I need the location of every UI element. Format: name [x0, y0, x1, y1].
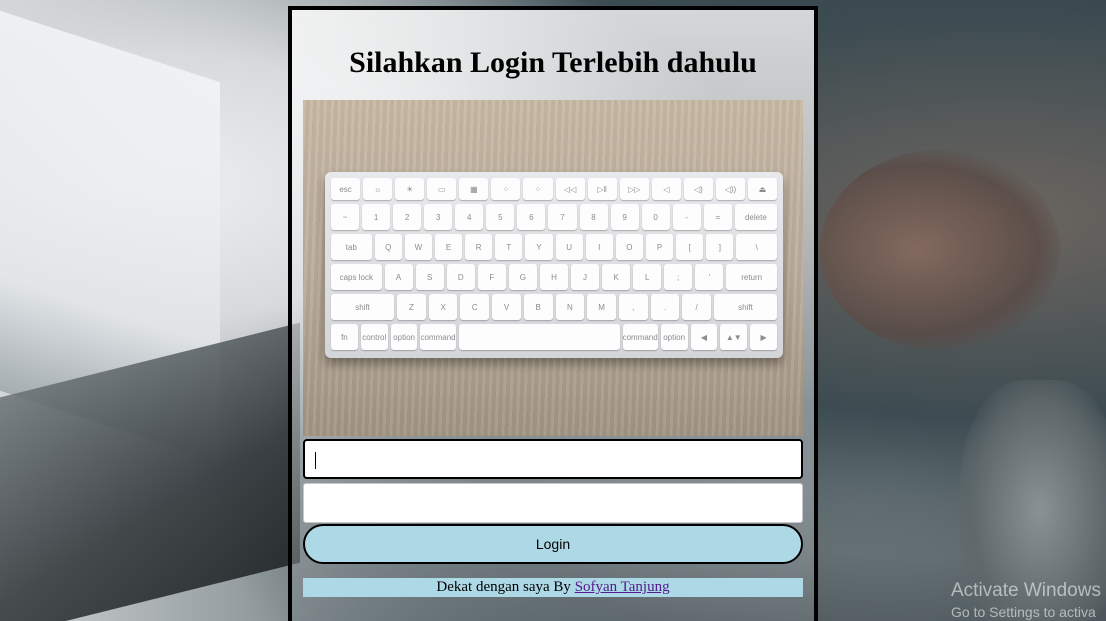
keyboard-image: esc ☼ ☀ ▭ ▦ ⁘ ⁘ ◁◁ ▷‖ ▷▷ ◁ ◁) ◁)) ⏏ ~1 2 3 4 5 6 7 8 9 0- = delet… — [303, 100, 803, 436]
keyboard-key: shift — [713, 294, 778, 320]
keyboard-key: ☀ — [395, 178, 425, 200]
keyboard-key: [ — [676, 234, 704, 260]
keyboard-key: I — [585, 234, 613, 260]
password-input[interactable] — [303, 483, 803, 523]
keyboard-key: C — [460, 294, 490, 320]
keyboard-key: return — [726, 264, 777, 290]
keyboard-key: ' — [695, 264, 724, 290]
footer-text: Dekat dengan saya By — [436, 579, 575, 595]
keyboard-key: S — [415, 264, 444, 290]
login-panel: Silahkan Login Terlebih dahulu esc ☼ ☀ ▭ ▦ ⁘ ⁘… — [288, 6, 818, 621]
keyboard-key: K — [602, 264, 631, 290]
keyboard-key: D — [446, 264, 475, 290]
keyboard-key: ; — [664, 264, 693, 290]
keyboard-key: ◁)) — [715, 178, 746, 200]
keyboard-key: B — [523, 294, 553, 320]
keyboard-key: ⁘ — [491, 178, 521, 200]
page-title: Silahkan Login Terlebih dahulu — [349, 46, 757, 79]
keyboard-key: option — [390, 324, 418, 350]
keyboard-key: ▲▼ — [720, 324, 748, 350]
author-link[interactable]: Sofyan Tanjung — [575, 579, 670, 595]
username-input[interactable] — [303, 439, 803, 479]
keyboard-key: 9 — [610, 204, 639, 230]
keyboard-key: ◁) — [683, 178, 713, 200]
keyboard-key: ▦ — [459, 178, 489, 200]
keyboard-row: tab Q W E R T Y U I O P[] \ — [331, 234, 778, 260]
keyboard-key: / — [682, 294, 711, 320]
keyboard-key: ◁ — [651, 178, 681, 200]
keyboard-key: shift — [331, 294, 395, 320]
keyboard-row: ~1 2 3 4 5 6 7 8 9 0- = delete — [331, 204, 777, 230]
keyboard-key: W — [404, 234, 432, 260]
keyboard-key: ▷▷ — [619, 178, 649, 200]
keyboard-key: 7 — [548, 204, 577, 230]
keyboard-key: 2 — [393, 204, 422, 230]
keyboard-key: command — [420, 324, 456, 350]
keyboard-key: command — [622, 324, 658, 350]
keyboard-key: ▭ — [427, 178, 457, 200]
keyboard-key: Q — [374, 234, 402, 260]
keyboard-key: H — [539, 264, 569, 290]
keyboard-key: ▷‖ — [587, 178, 617, 200]
keyboard-key: A — [384, 264, 413, 290]
background-hand — [820, 150, 1060, 350]
keyboard-key: fn — [331, 324, 358, 350]
keyboard-key: ] — [706, 234, 734, 260]
keyboard-key: N — [555, 294, 585, 320]
keyboard-key: caps lock — [331, 264, 382, 290]
keyboard-key: X — [428, 294, 458, 320]
keyboard-key: Z — [397, 294, 426, 320]
keyboard-key — [458, 324, 620, 350]
keyboard-row: shift Z X C V B N M,. / shift — [331, 294, 778, 320]
watermark-line1: Activate Windows — [951, 580, 1101, 601]
keyboard-key: option — [660, 324, 688, 350]
keyboard-key: . — [650, 294, 680, 320]
keyboard-key: V — [492, 294, 521, 320]
keyboard-key: delete — [734, 204, 777, 230]
watermark-line2: Go to Settings to activa — [951, 604, 1096, 620]
keyboard-key: 6 — [517, 204, 546, 230]
keyboard-key: esc — [331, 178, 361, 200]
keyboard-row: fn control option command command option ◀ ▲▼ ▶ — [331, 324, 778, 350]
keyboard-key: 1 — [362, 204, 391, 230]
keyboard-key: ◀ — [690, 324, 718, 350]
keyboard-key: 0 — [641, 204, 670, 230]
keyboard-key: U — [555, 234, 583, 260]
text-cursor — [315, 452, 316, 469]
keyboard-key: G — [508, 264, 537, 290]
keyboard-key: 8 — [579, 204, 608, 230]
keyboard-key: control — [360, 324, 388, 350]
keyboard-key: ☼ — [363, 178, 393, 200]
keyboard-key: F — [477, 264, 506, 290]
keyboard-key: ⏏ — [748, 178, 778, 200]
login-button[interactable]: Login — [303, 524, 803, 564]
keyboard-key: 4 — [455, 204, 484, 230]
keyboard-key: ⁘ — [523, 178, 553, 200]
keyboard-key: = — [703, 204, 732, 230]
keyboard-key: T — [495, 234, 523, 260]
keyboard-key: ~ — [331, 204, 360, 230]
keyboard-key: 3 — [424, 204, 453, 230]
footer-bar: Dekat dengan saya By Sofyan Tanjung — [303, 578, 803, 597]
activate-windows-watermark: Activate Windows Go to Settings to activ… — [951, 580, 1101, 620]
keyboard-key: , — [618, 294, 648, 320]
keyboard-key: P — [645, 234, 674, 260]
keyboard-key: E — [434, 234, 463, 260]
keyboard-key: O — [615, 234, 643, 260]
keyboard-key: ◁◁ — [555, 178, 585, 200]
keyboard-key: ▶ — [750, 324, 778, 350]
keyboard-key: J — [571, 264, 600, 290]
keyboard-key: 5 — [486, 204, 515, 230]
keyboard-row: esc ☼ ☀ ▭ ▦ ⁘ ⁘ ◁◁ ▷‖ ▷▷ ◁ ◁) ◁)) ⏏ — [331, 178, 778, 200]
keyboard-key: L — [633, 264, 662, 290]
keyboard-key: - — [672, 204, 701, 230]
keyboard-illustration: esc ☼ ☀ ▭ ▦ ⁘ ⁘ ◁◁ ▷‖ ▷▷ ◁ ◁) ◁)) ⏏ ~1 2 3 4 5 6 7 8 9 0- = delet… — [325, 172, 783, 358]
keyboard-row: caps lock A S D F G H J K L; ' return — [331, 264, 777, 290]
keyboard-key: M — [587, 294, 616, 320]
keyboard-key: R — [465, 234, 493, 260]
keyboard-key: tab — [331, 234, 372, 260]
keyboard-key: Y — [525, 234, 553, 260]
keyboard-key: \ — [736, 234, 778, 260]
